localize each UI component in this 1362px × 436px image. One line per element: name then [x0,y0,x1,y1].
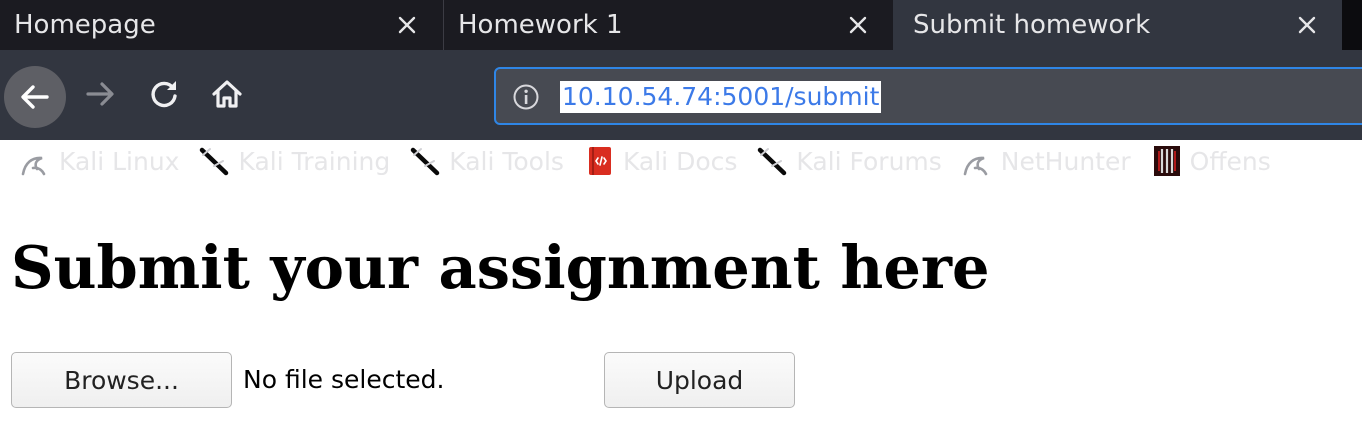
kali-sword-icon [200,147,229,176]
bookmarks-toolbar: Kali Linux Kali Training Kali Tools Kali… [0,135,1362,187]
kali-dragon-icon [963,156,988,176]
tab-submit-homework[interactable]: Submit homework [893,0,1342,50]
bookmark-label: Kali Forums [796,146,942,176]
url-bar[interactable]: 10.10.54.74:5001/submit [494,67,1362,125]
tab-title: Homepage [14,10,156,40]
bookmark-label: NetHunter [1000,146,1131,176]
bookmark-kali-linux[interactable]: Kali Linux [20,145,179,177]
file-status-text: No file selected. [243,365,445,394]
browse-button[interactable]: Browse... [11,352,232,408]
info-icon[interactable] [512,83,540,111]
back-button[interactable] [4,66,66,128]
tab-strip: Homepage Homework 1 Submit homework [0,0,1362,50]
kali-sword-icon [758,147,787,176]
forward-button[interactable] [78,72,122,116]
bookmark-kali-training[interactable]: Kali Training [199,145,390,177]
kali-dragon-icon [21,156,46,176]
close-icon[interactable] [1291,9,1323,41]
close-icon[interactable] [391,9,423,41]
bookmark-label: Offens [1189,146,1271,176]
arrow-left-icon [21,85,49,109]
bookmark-label: Kali Training [238,146,391,176]
offensive-security-icon [1153,146,1180,176]
kali-sword-icon [411,147,440,176]
arrow-right-icon [86,82,114,106]
url-text[interactable]: 10.10.54.74:5001/submit [560,81,882,113]
reload-button[interactable] [142,72,186,116]
tab-title: Homework 1 [458,10,623,40]
tab-homework-1[interactable]: Homework 1 [443,0,893,50]
bookmark-offensive-security[interactable]: Offens [1151,145,1271,177]
upload-button[interactable]: Upload [604,352,795,408]
docs-book-icon [588,147,611,175]
tab-title: Submit homework [913,10,1151,40]
page-title: Submit your assignment here [11,233,990,302]
bookmark-kali-tools[interactable]: Kali Tools [410,145,564,177]
reload-icon [151,81,177,108]
bookmark-kali-docs[interactable]: Kali Docs [584,145,737,177]
browser-window: Homepage Homework 1 Submit homework 10.1… [0,0,1362,436]
tab-homepage[interactable]: Homepage [0,0,443,50]
home-icon [212,80,242,108]
page-content: Submit your assignment here Browse... No… [0,187,1362,436]
close-icon[interactable] [842,9,874,41]
bookmark-label: Kali Docs [622,146,738,176]
bookmark-nethunter[interactable]: NetHunter [962,145,1131,177]
bookmark-kali-forums[interactable]: Kali Forums [757,145,942,177]
bookmark-label: Kali Linux [59,146,180,176]
home-button[interactable] [205,72,249,116]
navigation-toolbar: 10.10.54.74:5001/submit [0,50,1362,140]
bookmark-label: Kali Tools [449,146,564,176]
